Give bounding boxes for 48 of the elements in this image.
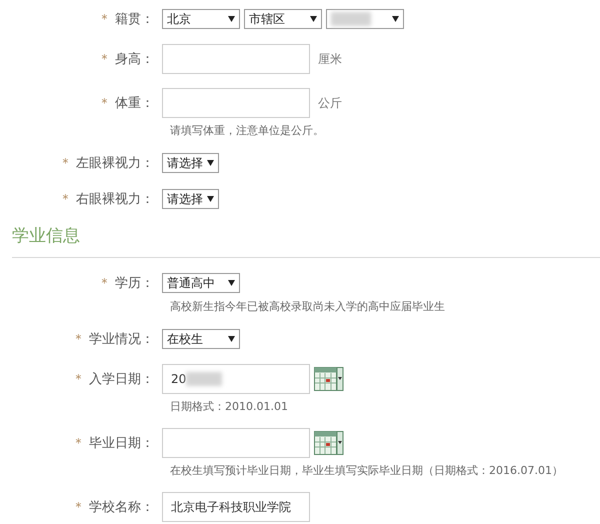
text-field[interactable]: 北京电子科技职业学院 [162,492,310,522]
required-mark: ＊ [98,11,111,28]
required-mark: ＊ [72,435,85,452]
hint-text: 日期格式：2010.01.01 [169,399,289,414]
required-mark: ＊ [72,331,85,348]
dropdown[interactable]: 北京 [162,9,240,29]
caret-icon [392,16,399,22]
field-label: 学业情况： [89,331,154,348]
required-mark: ＊ [59,155,72,172]
required-mark: ＊ [98,95,111,112]
caret-icon [310,16,317,22]
field-label: 入学日期： [89,371,154,388]
date-field[interactable]: 20 [162,364,310,394]
field-label: 右眼裸视力： [76,191,154,208]
hint-text: 高校新生指今年已被高校录取尚未入学的高中应届毕业生 [169,299,446,314]
text-field[interactable] [162,88,310,118]
dropdown[interactable]: 市辖区 [244,9,322,29]
section-heading: 学业信息 [12,224,600,258]
text-field[interactable] [162,44,310,74]
caret-icon [207,196,214,202]
required-mark: ＊ [98,275,111,292]
caret-icon [228,16,235,22]
required-mark: ＊ [72,371,85,388]
hint-text: 在校生填写预计毕业日期，毕业生填写实际毕业日期（日期格式：2016.07.01） [169,463,564,478]
dropdown[interactable]: 普通高中 [162,273,240,293]
field-label: 籍贯： [115,11,154,28]
field-label: 学校名称： [89,499,154,516]
hint-text: 请填写体重，注意单位是公斤。 [169,123,325,138]
dropdown[interactable]: 在校生 [162,329,240,349]
field-label: 毕业日期： [89,435,154,452]
required-mark: ＊ [72,499,85,516]
caret-icon [228,280,235,286]
required-mark: ＊ [59,191,72,208]
field-label: 身高： [115,51,154,68]
dropdown[interactable] [326,9,404,29]
required-mark: ＊ [98,51,111,68]
calendar-icon[interactable] [314,367,344,391]
unit-label: 厘米 [318,50,342,68]
calendar-icon[interactable] [314,431,344,455]
unit-label: 公斤 [318,94,342,112]
caret-icon [228,336,235,342]
dropdown[interactable]: 请选择 [162,189,219,209]
field-label: 体重： [115,95,154,112]
field-label: 左眼裸视力： [76,155,154,172]
date-field[interactable] [162,428,310,458]
field-label: 学历： [115,275,154,292]
caret-icon [207,160,214,166]
dropdown[interactable]: 请选择 [162,153,219,173]
